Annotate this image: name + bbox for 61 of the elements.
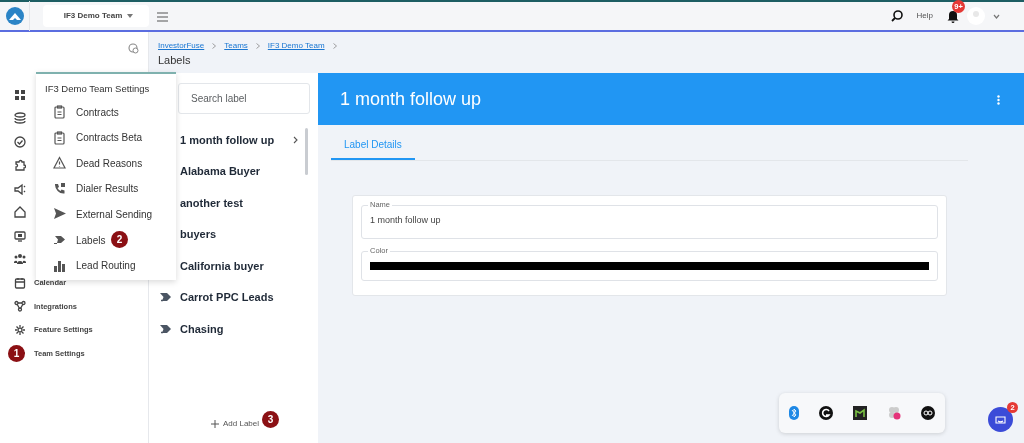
detail-title: 1 month follow up — [340, 87, 482, 111]
label-list-item[interactable]: Chasing — [149, 313, 318, 345]
bar-chart-icon — [53, 258, 66, 273]
gear-icon[interactable] — [14, 323, 26, 336]
g-circle-icon[interactable] — [819, 406, 833, 420]
monitor-icon[interactable] — [14, 229, 26, 242]
label-icon — [159, 322, 171, 335]
clipboard-icon — [53, 130, 66, 145]
menu-item[interactable]: Labels 2 — [36, 227, 176, 253]
clipboard-icon — [53, 105, 66, 120]
menu-title: IF3 Demo Team Settings — [44, 82, 151, 96]
chevron-right-icon — [212, 43, 217, 49]
caret-icon — [127, 14, 133, 18]
logo-icon[interactable] — [5, 7, 24, 25]
label-icon — [159, 291, 171, 304]
search-field[interactable]: Search label — [178, 83, 310, 114]
chevron-right-icon — [293, 135, 298, 144]
bell-icon[interactable] — [947, 10, 959, 24]
plus-icon — [211, 420, 219, 428]
check-circle-icon[interactable] — [14, 135, 26, 148]
grid-icon[interactable] — [14, 88, 26, 101]
breadcrumb-link[interactable]: IF3 Demo Team — [267, 40, 325, 52]
chat-button[interactable] — [988, 407, 1013, 432]
home-icon[interactable] — [14, 206, 26, 219]
pin-icon[interactable] — [128, 43, 139, 54]
add-label-button[interactable]: Add Label — [211, 418, 260, 430]
menu-item[interactable]: Dialer Results — [36, 176, 176, 202]
label-list-item[interactable]: Carrot PPC Leads — [149, 281, 318, 313]
send-icon — [53, 207, 66, 222]
network-icon[interactable] — [14, 300, 26, 313]
bluetooth-icon[interactable] — [789, 406, 799, 420]
menu-item[interactable]: Contracts — [36, 99, 176, 125]
menu-item[interactable]: External Sending — [36, 201, 176, 228]
square-logo-icon[interactable] — [853, 406, 867, 420]
flower-icon[interactable] — [887, 406, 901, 420]
chat-icon — [995, 415, 1006, 425]
more-icon — [997, 94, 1000, 105]
menu-item[interactable]: Lead Routing — [36, 252, 176, 279]
chevron-right-icon — [255, 43, 260, 49]
color-swatch[interactable] — [370, 261, 929, 270]
callout-marker: 2 — [111, 231, 128, 249]
breadcrumb-link[interactable]: Teams — [224, 40, 248, 52]
calendar-icon[interactable] — [14, 276, 26, 289]
layers-icon[interactable] — [14, 112, 26, 125]
menu-icon — [157, 11, 168, 22]
label-icon — [53, 233, 66, 247]
chevron-down-icon — [993, 13, 1000, 19]
page-title: Labels — [157, 53, 192, 68]
help-link[interactable]: Help — [916, 10, 933, 22]
megaphone-icon[interactable] — [14, 182, 26, 195]
phone-icon — [53, 181, 66, 196]
warning-icon — [53, 156, 66, 171]
search-icon[interactable] — [890, 10, 903, 22]
breadcrumb-link[interactable]: InvestorFuse — [158, 40, 205, 52]
chevron-right-icon — [332, 43, 337, 49]
circle-icon[interactable] — [921, 406, 935, 420]
people-icon[interactable] — [14, 253, 26, 266]
puzzle-icon[interactable] — [14, 159, 26, 172]
callout-marker: 1 — [8, 344, 25, 362]
team-select[interactable]: IF3 Demo Team — [43, 5, 149, 27]
callout-marker: 3 — [262, 411, 279, 428]
